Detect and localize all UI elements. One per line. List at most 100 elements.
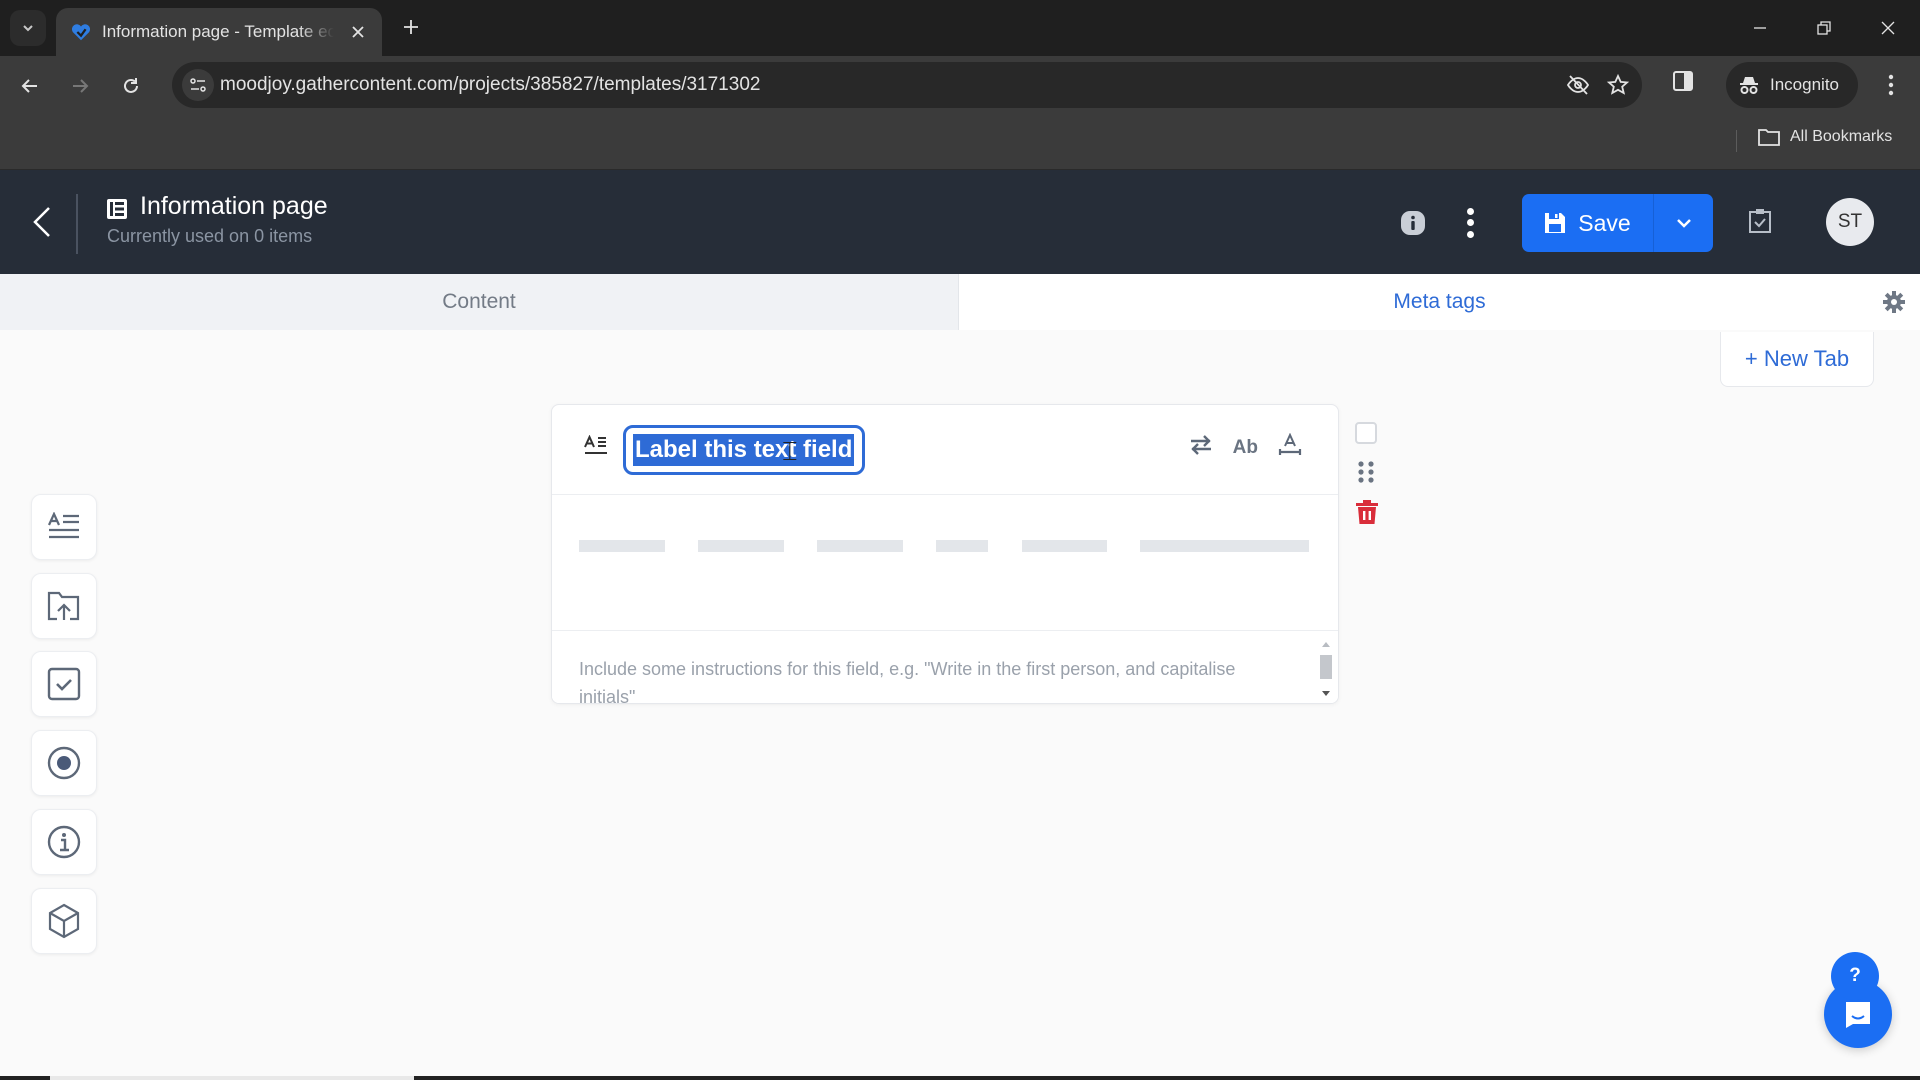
plus-icon: [404, 20, 418, 34]
add-guidelines-field-button[interactable]: [31, 809, 97, 875]
character-limit-button[interactable]: [1278, 432, 1302, 462]
tab-meta-tags-label: Meta tags: [1393, 290, 1486, 313]
browser-toolbar: moodjoy.gathercontent.com/projects/38582…: [0, 56, 1920, 116]
site-info-button[interactable]: [182, 69, 214, 101]
scrollbar-thumb[interactable]: [50, 1076, 414, 1080]
text-cursor-icon: ⌶: [782, 436, 798, 466]
back-button[interactable]: [12, 68, 48, 104]
clipboard-check-icon: [1749, 209, 1771, 233]
review-checklist-button[interactable]: [1748, 208, 1772, 239]
bookmarks-bar: All Bookmarks: [0, 116, 1920, 170]
gear-icon: [1883, 291, 1905, 313]
trash-icon: [1356, 500, 1378, 524]
close-tab-icon[interactable]: [346, 20, 370, 44]
bookmarks-divider: [1736, 130, 1737, 152]
back-to-templates-button[interactable]: [24, 200, 60, 244]
all-bookmarks-button[interactable]: All Bookmarks: [1758, 128, 1892, 146]
incognito-indicator[interactable]: Incognito: [1726, 62, 1858, 108]
info-icon: [47, 825, 81, 859]
tracking-protection-button[interactable]: [1566, 73, 1590, 102]
skeleton-line: [698, 540, 784, 552]
reload-icon: [124, 78, 138, 93]
restore-icon: [1817, 21, 1831, 35]
page-title: Information page: [140, 192, 328, 220]
save-button[interactable]: Save: [1522, 194, 1654, 252]
folder-icon: [1758, 129, 1780, 146]
delete-field-button[interactable]: [1355, 499, 1379, 530]
instructions-scrollbar[interactable]: [1318, 635, 1334, 703]
instructions-placeholder: Include some instructions for this field…: [579, 659, 1236, 704]
skeleton-line: [1140, 540, 1309, 552]
add-radio-field-button[interactable]: [31, 730, 97, 796]
help-button[interactable]: ?: [1831, 952, 1879, 1000]
tune-icon: [190, 78, 206, 92]
template-icon: [107, 199, 127, 219]
info-icon: [1401, 211, 1425, 235]
close-window-button[interactable]: [1868, 12, 1908, 44]
dot: [1466, 219, 1474, 227]
add-checkbox-field-button[interactable]: [31, 651, 97, 717]
gathercontent-favicon-icon: [71, 24, 91, 41]
tab-content[interactable]: Content: [0, 274, 959, 330]
bookmark-star-button[interactable]: [1606, 73, 1630, 102]
arrow-right-icon: [73, 79, 89, 93]
bottom-scrollbar: [0, 1076, 1920, 1080]
reload-button[interactable]: [113, 68, 149, 104]
minimize-window-button[interactable]: [1740, 12, 1780, 44]
swap-arrows-icon: [1190, 435, 1211, 455]
template-editor-header: Information page Currently used on 0 ite…: [0, 170, 1920, 274]
side-panel-icon: [1673, 71, 1693, 91]
address-bar[interactable]: moodjoy.gathercontent.com/projects/38582…: [172, 62, 1642, 108]
field-card-header: Label this text field ⌶ Ab: [552, 405, 1338, 495]
text-field-card: Label this text field ⌶ Ab Include some …: [551, 404, 1339, 704]
new-tab-button[interactable]: + New Tab: [1720, 332, 1874, 387]
field-instructions-textarea[interactable]: Include some instructions for this field…: [552, 630, 1338, 704]
user-avatar[interactable]: ST: [1826, 198, 1874, 246]
dot: [1466, 230, 1474, 238]
drag-dots-icon: [1358, 461, 1374, 483]
text-content-placeholder: [579, 540, 1309, 552]
floppy-disk-icon: [1545, 213, 1566, 233]
add-component-button[interactable]: [31, 888, 97, 954]
dot: [1466, 208, 1474, 216]
more-options-button[interactable]: [1458, 206, 1482, 240]
minimize-icon: [1754, 27, 1766, 29]
add-text-field-button[interactable]: [31, 494, 97, 560]
skeleton-line: [1022, 540, 1107, 552]
tab-search-button[interactable]: [10, 10, 46, 46]
tab-meta-tags[interactable]: Meta tags: [959, 274, 1920, 330]
select-field-checkbox[interactable]: [1355, 422, 1377, 444]
template-tabs: Content Meta tags: [0, 274, 1920, 330]
restore-window-button[interactable]: [1804, 12, 1844, 44]
checkbox-icon: [47, 667, 81, 701]
close-icon: [1881, 21, 1895, 35]
new-browser-tab-button[interactable]: [396, 12, 426, 42]
save-options-dropdown[interactable]: [1654, 194, 1713, 252]
field-label-input[interactable]: Label this text field ⌶: [623, 425, 865, 475]
tab-settings-button[interactable]: [1882, 290, 1906, 320]
skeleton-line: [579, 540, 665, 552]
browser-tab-strip: Information page - Template ec: [0, 0, 1920, 56]
add-attachment-field-button[interactable]: [31, 573, 97, 639]
save-label: Save: [1578, 209, 1631, 236]
header-divider: [76, 194, 78, 254]
usage-count: Currently used on 0 items: [107, 226, 313, 246]
side-panel-button[interactable]: [1672, 70, 1694, 97]
incognito-label: Incognito: [1770, 75, 1839, 94]
url-text: moodjoy.gathercontent.com/projects/38582…: [220, 74, 761, 95]
save-button-group: Save: [1522, 194, 1713, 252]
all-bookmarks-label: All Bookmarks: [1790, 128, 1893, 145]
text-format-button[interactable]: Ab: [1233, 437, 1258, 459]
change-field-type-button[interactable]: [1189, 434, 1213, 461]
radio-icon: [47, 746, 81, 780]
cube-icon: [48, 903, 80, 939]
character-limit-icon: [1278, 432, 1302, 455]
browser-tab[interactable]: Information page - Template ec: [56, 8, 382, 56]
text-field-type-icon: [584, 435, 607, 454]
drag-handle[interactable]: [1357, 460, 1375, 489]
chevron-down-icon: [1676, 219, 1691, 228]
template-info-button[interactable]: [1400, 210, 1426, 236]
forward-button[interactable]: [62, 68, 98, 104]
browser-menu-button[interactable]: [1876, 70, 1906, 100]
more-vertical-icon: [1888, 74, 1894, 96]
